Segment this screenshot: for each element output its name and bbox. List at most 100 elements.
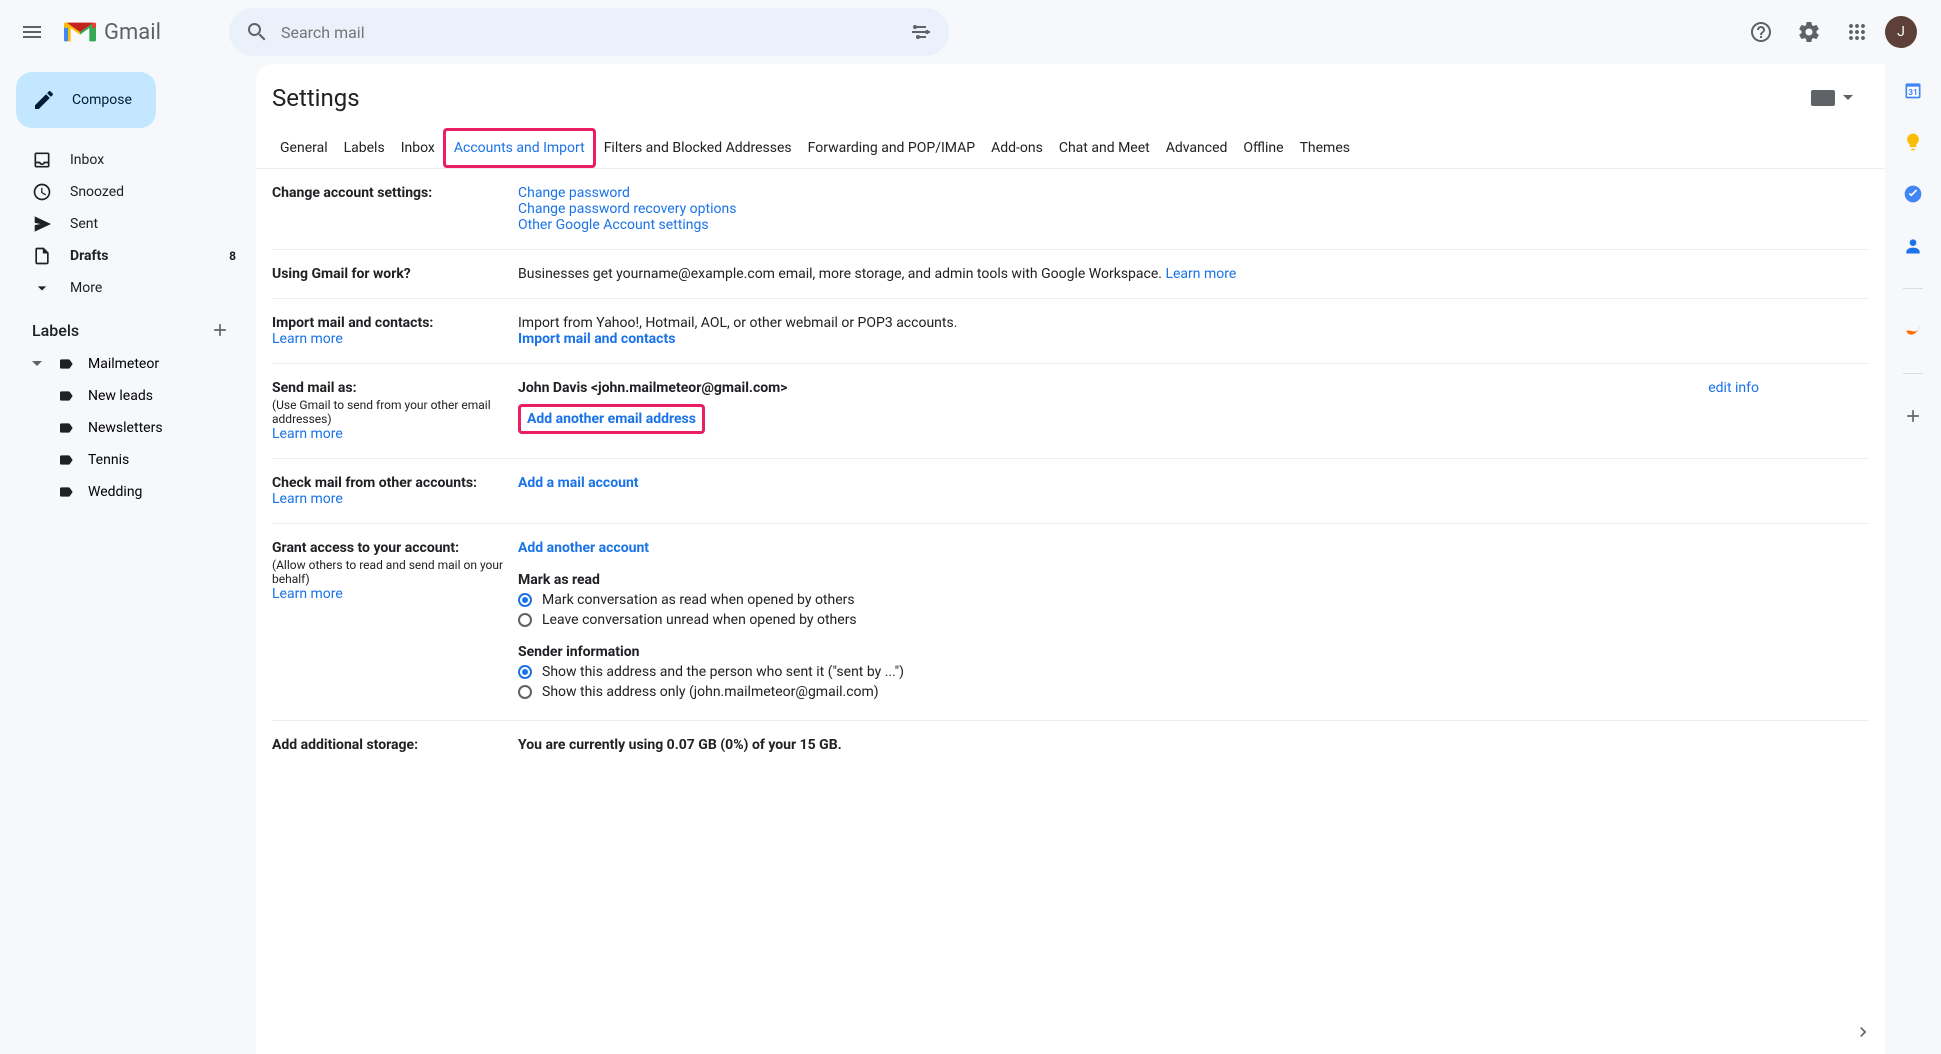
input-tools-selector[interactable] <box>1811 90 1853 106</box>
label-mailmeteor[interactable]: Mailmeteor <box>8 348 248 380</box>
row-import-mail: Import mail and contacts: Learn more Imp… <box>272 299 1869 364</box>
link-grant-learn-more[interactable]: Learn more <box>272 586 343 602</box>
side-panel-toggle[interactable] <box>1853 1022 1873 1042</box>
tab-themes[interactable]: Themes <box>1292 128 1358 168</box>
main-menu-button[interactable] <box>8 8 56 56</box>
import-mail-text: Import from Yahoo!, Hotmail, AOL, or oth… <box>518 315 1869 331</box>
radio-icon <box>518 593 532 607</box>
link-change-recovery[interactable]: Change password recovery options <box>518 201 736 217</box>
radio-show-sentby[interactable]: Show this address and the person who sen… <box>518 664 1869 680</box>
calendar-icon[interactable]: 31 <box>1903 80 1923 100</box>
storage-text: You are currently using 0.07 GB (0%) of … <box>518 737 842 753</box>
radio-label: Mark conversation as read when opened by… <box>542 592 855 608</box>
dropdown-arrow-icon <box>1843 93 1853 103</box>
tab-forwarding[interactable]: Forwarding and POP/IMAP <box>800 128 983 168</box>
chevron-right-icon <box>1853 1022 1873 1042</box>
inbox-icon <box>32 150 52 170</box>
gmail-logo-text: Gmail <box>104 20 161 45</box>
search-input[interactable] <box>281 23 897 42</box>
contacts-icon[interactable] <box>1903 236 1923 256</box>
send-mail-as-title: Send mail as: <box>272 380 518 396</box>
help-icon <box>1749 20 1773 44</box>
apps-button[interactable] <box>1837 12 1877 52</box>
keyboard-icon <box>1811 90 1835 106</box>
tab-advanced[interactable]: Advanced <box>1158 128 1236 168</box>
drafts-count: 8 <box>229 249 236 263</box>
link-import-learn-more[interactable]: Learn more <box>272 331 343 347</box>
tab-general[interactable]: General <box>272 128 336 168</box>
radio-show-address-only[interactable]: Show this address only (john.mailmeteor@… <box>518 684 1869 700</box>
label-wedding[interactable]: Wedding <box>8 476 248 508</box>
streak-icon[interactable] <box>1903 321 1923 341</box>
link-add-another-account[interactable]: Add another account <box>518 540 649 556</box>
account-avatar[interactable]: J <box>1885 16 1917 48</box>
support-button[interactable] <box>1741 12 1781 52</box>
sender-info-subtitle: Sender information <box>518 644 1869 660</box>
tasks-icon[interactable] <box>1903 184 1923 204</box>
row-storage: Add additional storage: You are currentl… <box>272 721 1869 769</box>
radio-label: Leave conversation unread when opened by… <box>542 612 857 628</box>
svg-text:31: 31 <box>1908 88 1918 98</box>
label-text: Wedding <box>88 484 142 500</box>
grant-access-title: Grant access to your account: <box>272 540 518 556</box>
check-mail-title: Check mail from other accounts: <box>272 475 518 491</box>
using-gmail-work-title: Using Gmail for work? <box>272 266 518 282</box>
radio-mark-read[interactable]: Mark conversation as read when opened by… <box>518 592 1869 608</box>
expand-arrow-icon[interactable] <box>32 359 44 369</box>
hamburger-icon <box>20 20 44 44</box>
search-bar[interactable] <box>229 8 949 56</box>
label-new-leads[interactable]: New leads <box>8 380 248 412</box>
compose-button[interactable]: Compose <box>16 72 156 128</box>
mark-read-subtitle: Mark as read <box>518 572 1869 588</box>
row-check-mail: Check mail from other accounts: Learn mo… <box>272 459 1869 524</box>
nav-label: Snoozed <box>70 184 124 200</box>
row-using-gmail-work: Using Gmail for work? Businesses get you… <box>272 250 1869 299</box>
sidebar: Compose Inbox Snoozed Sent Drafts 8 More… <box>0 64 256 1054</box>
settings-button[interactable] <box>1789 12 1829 52</box>
sidebar-item-drafts[interactable]: Drafts 8 <box>8 240 248 272</box>
link-sendas-learn-more[interactable]: Learn more <box>272 426 343 442</box>
tab-offline[interactable]: Offline <box>1235 128 1291 168</box>
sidebar-item-inbox[interactable]: Inbox <box>8 144 248 176</box>
sidebar-item-more[interactable]: More <box>8 272 248 304</box>
link-add-another-email[interactable]: Add another email address <box>527 411 696 427</box>
link-checkmail-learn-more[interactable]: Learn more <box>272 491 343 507</box>
radio-icon <box>518 613 532 627</box>
gmail-work-text: Businesses get yourname@example.com emai… <box>518 266 1165 282</box>
link-change-password[interactable]: Change password <box>518 185 630 201</box>
row-grant-access: Grant access to your account: (Allow oth… <box>272 524 1869 721</box>
panel-divider <box>1903 288 1923 289</box>
change-account-title: Change account settings: <box>272 185 518 201</box>
tab-labels[interactable]: Labels <box>336 128 393 168</box>
search-options-icon[interactable] <box>909 20 933 44</box>
labels-title: Labels <box>32 321 79 340</box>
send-icon <box>32 214 52 234</box>
label-icon <box>58 452 74 468</box>
label-text: Mailmeteor <box>88 356 159 372</box>
send-mail-as-sub: (Use Gmail to send from your other email… <box>272 398 518 426</box>
link-add-mail-account[interactable]: Add a mail account <box>518 475 639 491</box>
link-edit-info[interactable]: edit info <box>1708 380 1869 396</box>
tab-inbox[interactable]: Inbox <box>393 128 443 168</box>
sidebar-item-snoozed[interactable]: Snoozed <box>8 176 248 208</box>
grant-access-sub: (Allow others to read and send mail on y… <box>272 558 518 586</box>
nav-label: Sent <box>70 216 98 232</box>
sidebar-item-sent[interactable]: Sent <box>8 208 248 240</box>
tab-accounts-import[interactable]: Accounts and Import <box>443 128 596 168</box>
label-newsletters[interactable]: Newsletters <box>8 412 248 444</box>
keep-icon[interactable] <box>1903 132 1923 152</box>
link-workspace-learn-more[interactable]: Learn more <box>1165 266 1236 282</box>
add-addon-icon[interactable] <box>1903 406 1923 426</box>
add-label-icon[interactable] <box>210 320 230 340</box>
tab-chat-meet[interactable]: Chat and Meet <box>1051 128 1158 168</box>
radio-leave-unread[interactable]: Leave conversation unread when opened by… <box>518 612 1869 628</box>
nav-label: More <box>70 280 102 296</box>
tab-filters[interactable]: Filters and Blocked Addresses <box>596 128 800 168</box>
chevron-down-icon <box>32 278 52 298</box>
tab-addons[interactable]: Add-ons <box>983 128 1051 168</box>
right-side-panel: 31 <box>1885 64 1941 1054</box>
link-other-google-settings[interactable]: Other Google Account settings <box>518 217 709 233</box>
gmail-logo[interactable]: Gmail <box>64 20 161 45</box>
link-import-mail-contacts[interactable]: Import mail and contacts <box>518 331 675 347</box>
label-tennis[interactable]: Tennis <box>8 444 248 476</box>
